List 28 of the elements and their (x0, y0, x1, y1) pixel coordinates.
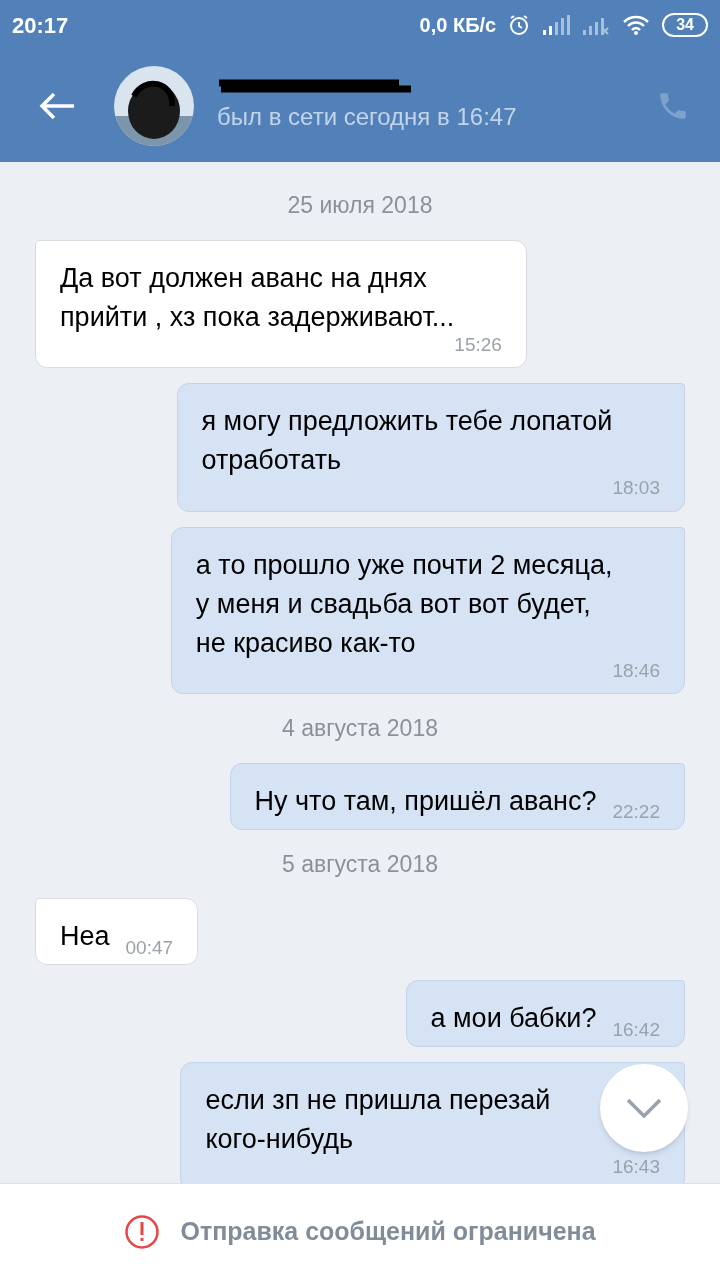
back-icon[interactable] (38, 91, 76, 121)
message-time: 16:42 (611, 1017, 660, 1042)
message-time: 00:47 (124, 935, 174, 960)
message-text: а то прошло уже почти 2 месяца, у меня и свадьба вот вот будет, не красиво как-то (195, 548, 613, 660)
message-time: 18:46 (611, 658, 660, 683)
message-text: Ну что там, пришёл аванс? (254, 784, 597, 818)
message-text: Неа (60, 920, 110, 953)
date-separator: 4 августа 2018 (282, 714, 438, 743)
message-time: 15:26 (453, 332, 502, 357)
network-speed: 0,0 КБ/с (419, 13, 497, 38)
message-time: 16:43 (611, 1155, 660, 1179)
message-text: а мои бабки? (430, 1002, 597, 1035)
message-text: Да вот должен аванс на днях прийти , хз пока задерживают... (60, 261, 455, 334)
message-text: я могу предложить тебе лопатой отработать (201, 405, 613, 477)
status-time: 20:17 (12, 11, 69, 40)
message-time: 22:22 (611, 800, 660, 824)
chevron-down-icon (626, 1098, 662, 1118)
wifi-icon (622, 14, 651, 36)
last-seen-status: был в сети сегодня в 16:47 (217, 102, 517, 132)
alarm-icon (508, 14, 531, 36)
date-separator: 25 июля 2018 (287, 191, 433, 220)
message-text: если зп не пришла перезай кого-нибудь (205, 1084, 551, 1156)
battery-indicator: 34 (662, 13, 708, 37)
warning-icon (124, 1214, 161, 1250)
signal-icon (542, 14, 571, 36)
message-time: 18:03 (611, 476, 660, 500)
date-separator: 5 августа 2018 (282, 849, 438, 879)
restriction-notice: Отправка сообщений ограничена (180, 1216, 596, 1248)
